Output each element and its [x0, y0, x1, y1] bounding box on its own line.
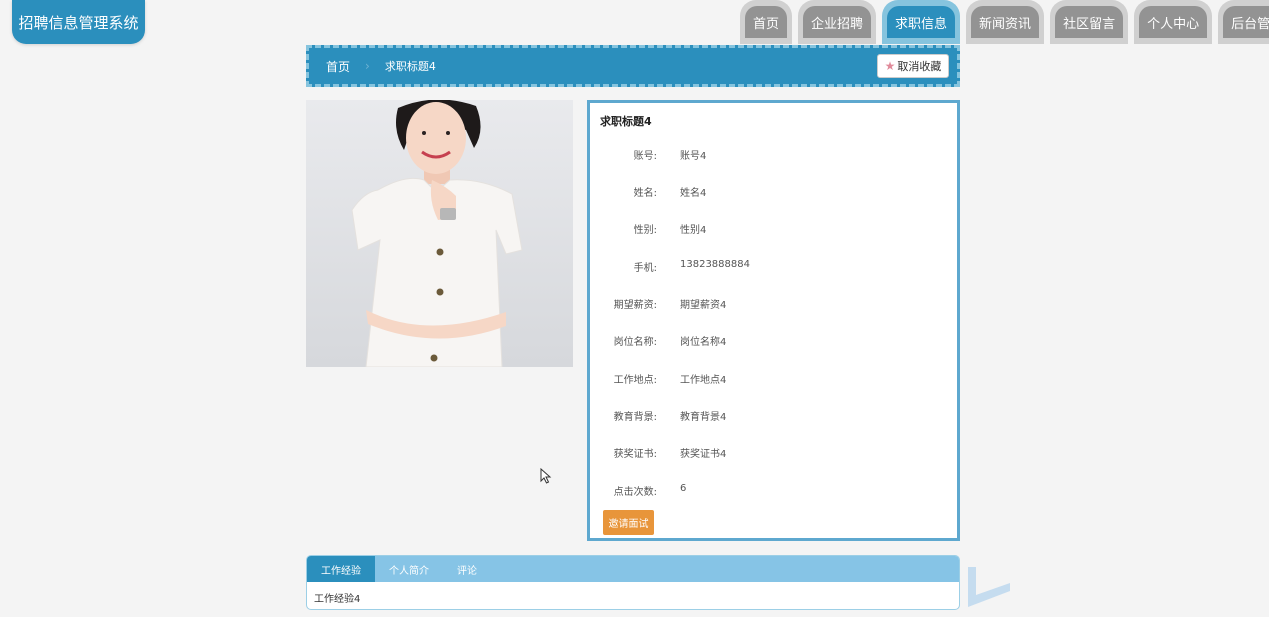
field-work-location: 工作地点: 工作地点4 — [590, 371, 957, 387]
tab-content: 工作经验4 — [314, 594, 361, 605]
nav-tab-label: 个人中心 — [1139, 6, 1208, 38]
job-seeker-detail-panel: 求职标题4 账号: 账号4 姓名: 姓名4 性别: 性别4 手机: 138238… — [587, 100, 960, 541]
field-label: 岗位名称: — [613, 337, 657, 348]
field-value: 姓名4 — [680, 188, 707, 199]
field-label: 教育背景: — [613, 412, 657, 423]
invite-interview-button[interactable]: 邀请面试 — [603, 510, 654, 535]
field-value: 获奖证书4 — [680, 449, 727, 460]
nav-tab-personal-center[interactable]: 个人中心 — [1134, 0, 1213, 44]
nav-tab-label: 求职信息 — [887, 6, 956, 38]
field-label: 获奖证书: — [613, 449, 657, 460]
field-label: 点击次数: — [613, 487, 657, 498]
field-value: 13823888884 — [680, 259, 750, 270]
app-logo[interactable]: 招聘信息管理系统 — [12, 0, 145, 44]
cancel-favorite-label: 取消收藏 — [897, 60, 942, 73]
nav-tab-label: 首页 — [745, 6, 788, 38]
detail-tabs: 工作经验 个人简介 评论 工作经验4 — [306, 555, 960, 610]
field-value: 性别4 — [680, 225, 707, 236]
field-education: 教育背景: 教育背景4 — [590, 408, 957, 424]
mouse-cursor-icon — [540, 468, 552, 484]
cancel-favorite-button[interactable]: ★ 取消收藏 — [877, 54, 949, 78]
field-value: 账号4 — [680, 151, 707, 162]
nav-tab-label: 企业招聘 — [803, 6, 872, 38]
nav-tab-home[interactable]: 首页 — [740, 0, 793, 44]
field-value: 期望薪资4 — [680, 300, 727, 311]
nav-tab-label: 社区留言 — [1055, 6, 1124, 38]
nav-tab-recruitment[interactable]: 企业招聘 — [798, 0, 877, 44]
detail-title: 求职标题4 — [600, 115, 652, 128]
field-value: 6 — [680, 483, 687, 494]
top-nav: 首页 企业招聘 求职信息 新闻资讯 社区留言 个人中心 后台管理 — [740, 0, 1269, 44]
field-label: 性别: — [633, 225, 657, 236]
profile-photo — [306, 100, 573, 367]
field-label: 期望薪资: — [613, 300, 657, 311]
tab-header: 工作经验 个人简介 评论 — [307, 556, 959, 582]
field-expected-salary: 期望薪资: 期望薪资4 — [590, 296, 957, 312]
nav-tab-label: 新闻资讯 — [971, 6, 1040, 38]
field-position-name: 岗位名称: 岗位名称4 — [590, 333, 957, 349]
field-name: 姓名: 姓名4 — [590, 184, 957, 200]
field-value: 教育背景4 — [680, 412, 727, 423]
breadcrumb-current: 求职标题4 — [384, 60, 436, 73]
field-phone: 手机: 13823888884 — [590, 259, 957, 275]
breadcrumb-home[interactable]: 首页 — [326, 58, 350, 75]
tab-personal-intro[interactable]: 个人简介 — [375, 556, 443, 582]
tab-work-experience[interactable]: 工作经验 — [307, 556, 375, 582]
field-value: 岗位名称4 — [680, 337, 727, 348]
nav-tab-job-seeking[interactable]: 求职信息 — [882, 0, 961, 44]
nav-tab-news[interactable]: 新闻资讯 — [966, 0, 1045, 44]
breadcrumb: 首页 › 求职标题4 ★ 取消收藏 — [306, 45, 960, 87]
nav-tab-label: 后台管理 — [1223, 6, 1269, 38]
nav-tab-admin[interactable]: 后台管理 — [1218, 0, 1269, 44]
field-value: 工作地点4 — [680, 375, 727, 386]
decorative-chevron-icon — [968, 567, 1010, 607]
tab-comments[interactable]: 评论 — [443, 556, 491, 582]
person-photo-illustration — [306, 100, 573, 367]
breadcrumb-separator: › — [365, 59, 370, 73]
field-label: 姓名: — [633, 188, 657, 199]
field-account: 账号: 账号4 — [590, 147, 957, 163]
field-label: 账号: — [633, 151, 657, 162]
field-gender: 性别: 性别4 — [590, 221, 957, 237]
nav-tab-community[interactable]: 社区留言 — [1050, 0, 1129, 44]
field-awards: 获奖证书: 获奖证书4 — [590, 445, 957, 461]
field-label: 工作地点: — [613, 375, 657, 386]
star-icon: ★ — [884, 59, 896, 73]
field-click-count: 点击次数: 6 — [590, 483, 957, 499]
field-label: 手机: — [633, 263, 657, 274]
